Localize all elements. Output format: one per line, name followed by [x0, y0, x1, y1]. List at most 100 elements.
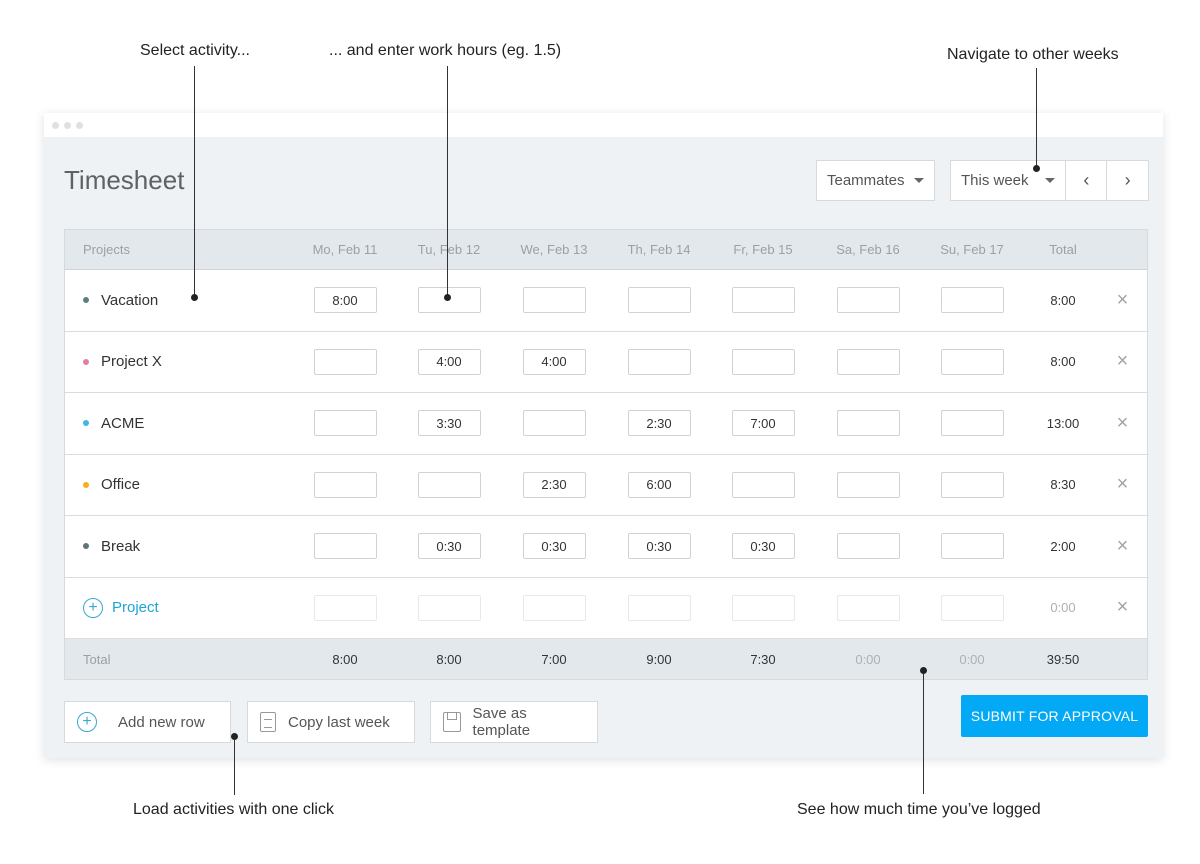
hours-input[interactable]: [836, 594, 900, 621]
project-selector[interactable]: Office: [83, 455, 140, 516]
hours-input[interactable]: 2:30: [627, 410, 691, 437]
add-new-row-button[interactable]: + Add new row: [64, 701, 231, 743]
hours-input[interactable]: 6:00: [627, 471, 691, 498]
project-name: Break: [101, 537, 141, 555]
hours-input[interactable]: [627, 594, 691, 621]
project-color-dot: [83, 420, 89, 427]
hours-input[interactable]: [731, 594, 795, 621]
project-selector[interactable]: Break: [83, 516, 140, 577]
hours-input[interactable]: [836, 287, 900, 314]
column-header-total: Total: [1049, 242, 1077, 257]
table-header: Projects Mo, Feb 11 Tu, Feb 12 We, Feb 1…: [65, 230, 1147, 270]
hours-input[interactable]: [313, 348, 377, 375]
hours-input[interactable]: [836, 471, 900, 498]
hours-input[interactable]: 3:30: [417, 410, 481, 437]
hours-input[interactable]: 0:30: [417, 533, 481, 560]
hours-input[interactable]: [313, 471, 377, 498]
day-cell: [920, 332, 1024, 393]
hours-input[interactable]: [940, 287, 1004, 314]
chevron-right-icon: ›: [1124, 170, 1131, 190]
hours-input[interactable]: 4:00: [417, 348, 481, 375]
hours-input[interactable]: [836, 533, 900, 560]
day-cell: [397, 578, 501, 639]
day-cell: [816, 270, 920, 331]
project-name: Project X: [101, 353, 162, 371]
day-cell: [816, 455, 920, 516]
submit-for-approval-button[interactable]: SUBMIT FOR APPROVAL: [961, 695, 1148, 737]
hours-input[interactable]: [731, 471, 795, 498]
hours-input[interactable]: [627, 348, 691, 375]
hours-input[interactable]: [313, 533, 377, 560]
hours-input[interactable]: 7:00: [731, 410, 795, 437]
table-row: Vacation 8:00 8:00 ×: [65, 270, 1147, 332]
hours-input[interactable]: [313, 594, 377, 621]
day-cell: [816, 332, 920, 393]
prev-week-button[interactable]: ‹: [1066, 161, 1108, 200]
save-as-template-button[interactable]: Save as template: [430, 701, 598, 743]
hours-input[interactable]: [522, 410, 586, 437]
hours-input[interactable]: [731, 348, 795, 375]
teammates-dropdown[interactable]: Teammates: [816, 160, 935, 201]
project-selector[interactable]: ACME: [83, 393, 144, 454]
day-total: 0:00: [855, 651, 881, 667]
row-total: 8:30: [1050, 477, 1076, 493]
hours-input[interactable]: 0:30: [627, 533, 691, 560]
hours-input[interactable]: [313, 410, 377, 437]
project-color-dot: [83, 358, 89, 365]
copy-last-week-button[interactable]: Copy last week: [247, 701, 415, 743]
hours-input[interactable]: 4:00: [522, 348, 586, 375]
hours-input[interactable]: [940, 410, 1004, 437]
timesheet-window: Timesheet Teammates This week ‹ › Projec…: [44, 113, 1163, 758]
week-dropdown[interactable]: This week: [951, 161, 1067, 200]
page-title: Timesheet: [64, 165, 185, 195]
delete-row-icon[interactable]: ×: [1105, 270, 1140, 331]
hours-input[interactable]: [940, 471, 1004, 498]
chevron-left-icon: ‹: [1083, 170, 1090, 190]
day-cell: [920, 516, 1024, 577]
day-total: 7:00: [541, 651, 567, 667]
delete-row-icon[interactable]: ×: [1105, 455, 1140, 516]
annotation-dot: [444, 294, 451, 301]
day-cell: 2:30: [607, 393, 711, 454]
day-cell: [293, 393, 397, 454]
delete-row-icon[interactable]: ×: [1105, 332, 1140, 393]
project-selector[interactable]: Vacation: [83, 270, 158, 331]
hours-input[interactable]: 0:30: [522, 533, 586, 560]
project-color-dot: [83, 481, 89, 488]
day-cell: 3:30: [397, 393, 501, 454]
day-cell: [607, 332, 711, 393]
delete-row-icon[interactable]: ×: [1105, 578, 1140, 639]
hours-input[interactable]: [836, 410, 900, 437]
day-total: 8:00: [436, 651, 462, 667]
copy-document-icon: [260, 712, 276, 732]
annotation-navigate-weeks: Navigate to other weeks: [947, 46, 1119, 63]
hours-input[interactable]: 0:30: [731, 533, 795, 560]
next-week-button[interactable]: ›: [1107, 161, 1148, 200]
hours-input[interactable]: [940, 594, 1004, 621]
hours-input[interactable]: [940, 533, 1004, 560]
delete-row-icon[interactable]: ×: [1105, 393, 1140, 454]
hours-input[interactable]: [417, 471, 481, 498]
hours-input[interactable]: [836, 348, 900, 375]
add-project-row: + Project 0:00 ×: [65, 578, 1147, 639]
project-name: Vacation: [101, 291, 159, 309]
hours-input[interactable]: [417, 594, 481, 621]
hours-input[interactable]: [522, 594, 586, 621]
annotation-line: [923, 671, 924, 794]
hours-input[interactable]: 8:00: [313, 287, 377, 314]
add-project-button[interactable]: + Project: [83, 578, 159, 639]
project-selector[interactable]: Project X: [83, 332, 162, 393]
hours-input[interactable]: 2:30: [522, 471, 586, 498]
delete-row-icon[interactable]: ×: [1105, 516, 1140, 577]
hours-input[interactable]: [731, 287, 795, 314]
hours-input[interactable]: [522, 287, 586, 314]
day-cell: 8:00: [293, 270, 397, 331]
project-name: ACME: [101, 414, 145, 432]
day-cell: 6:00: [607, 455, 711, 516]
hours-input[interactable]: [627, 287, 691, 314]
copy-last-week-label: Copy last week: [288, 713, 390, 731]
day-cell: [502, 270, 606, 331]
day-cell: 0:30: [397, 516, 501, 577]
hours-input[interactable]: [940, 348, 1004, 375]
day-cell: [397, 455, 501, 516]
